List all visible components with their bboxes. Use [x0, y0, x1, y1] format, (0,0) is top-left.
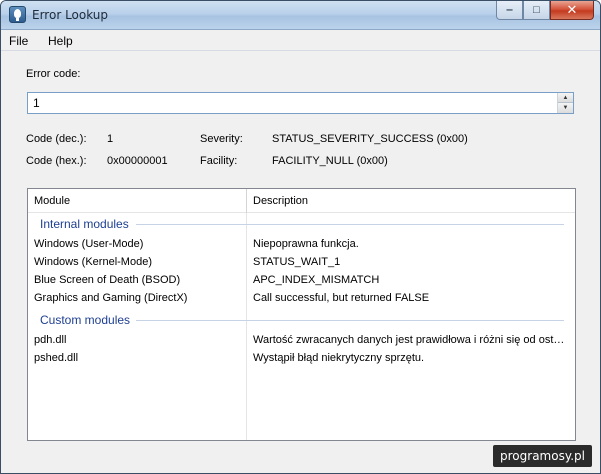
watermark-logo: programosy.pl	[493, 445, 592, 467]
error-code-label: Error code:	[26, 68, 81, 80]
table-row[interactable]: pdh.dll Wartość zwracanych danych jest p…	[28, 331, 575, 349]
code-hex-label: Code (hex.):	[26, 155, 87, 167]
close-icon: ✕	[566, 2, 578, 17]
menu-bar: File Help	[1, 31, 600, 51]
header-divider[interactable]	[246, 189, 247, 213]
bug-icon	[9, 6, 26, 23]
close-button[interactable]: ✕	[550, 1, 594, 20]
error-code-stepper: ▲ ▼	[27, 92, 574, 114]
group-internal-modules[interactable]: Internal modules	[40, 217, 129, 231]
window-controls: ‒ □ ✕	[496, 1, 594, 21]
table-row[interactable]: Graphics and Gaming (DirectX) Call succe…	[28, 289, 575, 307]
menu-help[interactable]: Help	[48, 34, 73, 48]
severity-value: STATUS_SEVERITY_SUCCESS (0x00)	[272, 133, 468, 145]
description-cell: Call successful, but returned FALSE	[253, 292, 430, 304]
menu-file[interactable]: File	[9, 34, 28, 48]
error-code-input[interactable]	[28, 93, 557, 113]
table-row[interactable]: Blue Screen of Death (BSOD) APC_INDEX_MI…	[28, 271, 575, 289]
description-cell: Wartość zwracanych danych jest prawidłow…	[253, 334, 565, 346]
list-header: Module Description	[28, 189, 575, 213]
minimize-button[interactable]: ‒	[496, 1, 523, 20]
chevron-up-icon[interactable]: ▲	[558, 93, 573, 103]
severity-label: Severity:	[200, 133, 243, 145]
maximize-icon: □	[533, 4, 540, 16]
description-cell: APC_INDEX_MISMATCH	[253, 274, 380, 286]
module-cell: pdh.dll	[34, 334, 67, 346]
description-cell: Niepoprawna funkcja.	[253, 238, 359, 250]
group-divider	[136, 224, 564, 225]
column-divider	[246, 189, 247, 440]
module-cell: Windows (User-Mode)	[34, 238, 144, 250]
description-cell: STATUS_WAIT_1	[253, 256, 341, 268]
code-dec-label: Code (dec.):	[26, 133, 87, 145]
module-cell: Blue Screen of Death (BSOD)	[34, 274, 181, 286]
minimize-icon: ‒	[506, 4, 513, 16]
code-hex-value: 0x00000001	[107, 155, 168, 167]
description-cell: Wystąpił błąd niekrytyczny sprzętu.	[253, 352, 425, 364]
column-header-module[interactable]: Module	[34, 195, 70, 207]
table-row[interactable]: Windows (User-Mode) Niepoprawna funkcja.	[28, 235, 575, 253]
modules-list[interactable]: Module Description Internal modules Wind…	[27, 188, 576, 441]
facility-label: Facility:	[200, 155, 238, 167]
table-row[interactable]: pshed.dll Wystąpił błąd niekrytyczny spr…	[28, 349, 575, 367]
error-lookup-window: Error Lookup ‒ □ ✕ File Help Error code:…	[0, 0, 601, 474]
module-cell: Windows (Kernel-Mode)	[34, 256, 152, 268]
title-bar[interactable]: Error Lookup ‒ □ ✕	[1, 1, 600, 30]
module-cell: Graphics and Gaming (DirectX)	[34, 292, 188, 304]
chevron-down-icon[interactable]: ▼	[558, 103, 573, 113]
module-cell: pshed.dll	[34, 352, 79, 364]
code-dec-value: 1	[107, 133, 114, 145]
facility-value: FACILITY_NULL (0x00)	[272, 155, 388, 167]
column-header-description[interactable]: Description	[253, 195, 308, 207]
group-custom-modules[interactable]: Custom modules	[40, 313, 130, 327]
group-divider	[136, 320, 564, 321]
maximize-button[interactable]: □	[523, 1, 550, 20]
window-title: Error Lookup	[32, 8, 109, 22]
spin-buttons: ▲ ▼	[557, 93, 573, 113]
table-row[interactable]: Windows (Kernel-Mode) STATUS_WAIT_1	[28, 253, 575, 271]
